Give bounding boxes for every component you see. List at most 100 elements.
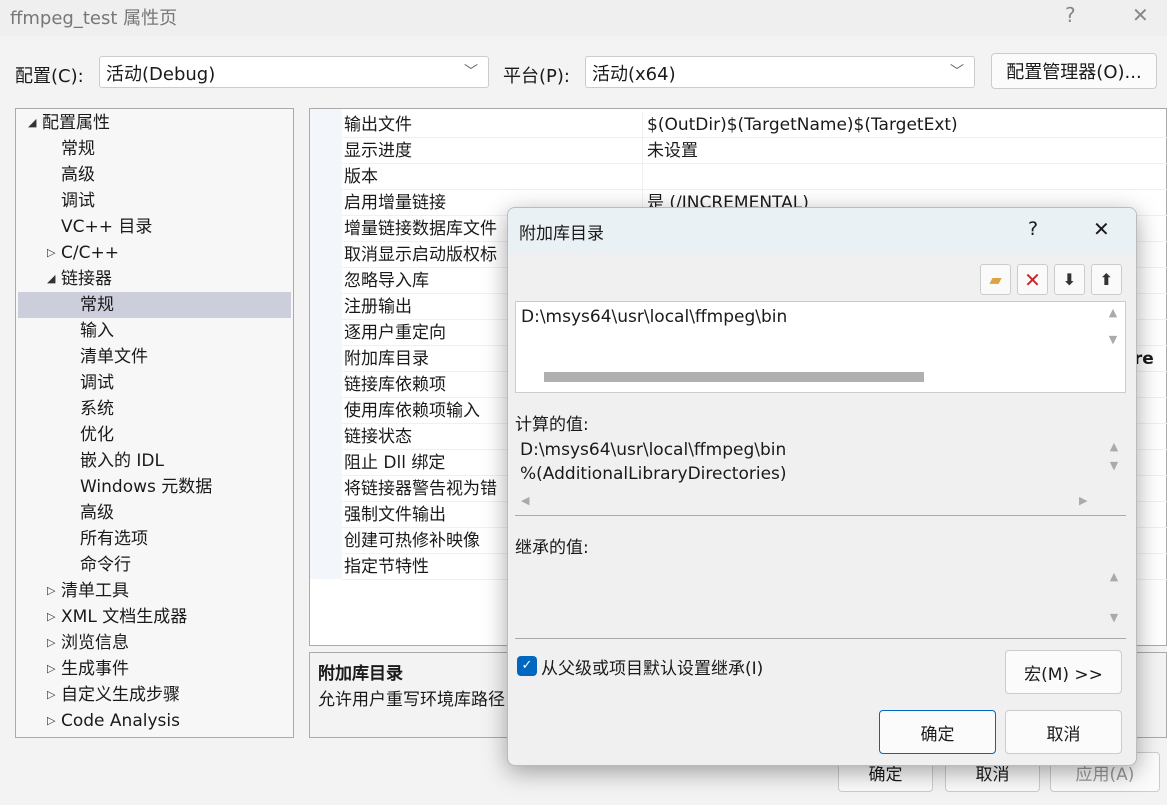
- property-name: 输出文件: [344, 115, 412, 135]
- tree-item[interactable]: ▷ C/C++: [18, 240, 291, 266]
- dialog-help-button[interactable]: ?: [1028, 218, 1038, 240]
- entries-scrollbar[interactable]: ▲ ▼: [1101, 302, 1125, 366]
- tree-item-label: 高级: [61, 165, 95, 185]
- property-value: 未设置: [642, 138, 698, 163]
- tree-item[interactable]: 优化: [18, 422, 291, 448]
- tree-item-label: Code Analysis: [61, 711, 180, 731]
- tree-item-label: C/C++: [61, 243, 119, 263]
- inherit-checkbox[interactable]: ✓: [517, 656, 537, 676]
- tree-item-label: 生成事件: [61, 659, 129, 679]
- tree-item[interactable]: 所有选项: [18, 526, 291, 552]
- tree-view[interactable]: ◢ 配置属性 常规 高级 调试 VC++ 目录 ▷ C/C++ ◢ 链接器 常规 输入 清单文件 调试 系统…: [15, 108, 294, 738]
- tree-item[interactable]: 清单文件: [18, 344, 291, 370]
- property-name: 使用库依赖项输入: [344, 401, 480, 421]
- property-row[interactable]: 显示进度 未设置: [342, 138, 1167, 164]
- tree-item-label: 优化: [80, 425, 114, 445]
- inherit-checkbox-label[interactable]: 从父级或项目默认设置继承(I): [541, 654, 763, 679]
- inherited-scrollbar[interactable]: ▲ ▼: [1102, 560, 1126, 638]
- tree-item-label: 链接器: [61, 269, 112, 289]
- tree-item[interactable]: VC++ 目录: [18, 214, 291, 240]
- collapsed-triangle-icon[interactable]: ▷: [47, 578, 55, 604]
- scroll-left-icon[interactable]: ◀: [521, 494, 529, 507]
- delete-icon[interactable]: ✕: [1017, 264, 1048, 295]
- horizontal-scrollbar-thumb[interactable]: [544, 372, 924, 382]
- description-text: 允许用户重写环境库路径: [318, 690, 505, 710]
- collapsed-triangle-icon[interactable]: ▷: [47, 604, 55, 630]
- property-name: 注册输出: [344, 297, 412, 317]
- tree-item[interactable]: ◢ 配置属性: [18, 110, 291, 136]
- move-up-icon[interactable]: ⬆: [1091, 264, 1122, 295]
- collapsed-triangle-icon[interactable]: ▷: [47, 240, 55, 266]
- tree-item[interactable]: 嵌入的 IDL: [18, 448, 291, 474]
- close-button[interactable]: ✕: [1132, 3, 1149, 27]
- tree-item[interactable]: 高级: [18, 162, 291, 188]
- additional-library-dirs-dialog: 附加库目录 ? ✕ ▰ ✕ ⬇ ⬆ D:\msys64\usr\local\ff…: [507, 207, 1137, 766]
- tree-item[interactable]: ◢ 链接器: [18, 266, 291, 292]
- property-value: $(OutDir)$(TargetName)$(TargetExt): [642, 112, 958, 137]
- tree-item-label: 命令行: [80, 555, 131, 575]
- property-name: 创建可热修补映像: [344, 531, 480, 551]
- tree-item-label: Windows 元数据: [80, 477, 213, 497]
- property-value: [642, 164, 647, 189]
- tree-item[interactable]: ▷ 自定义生成步骤: [18, 682, 291, 708]
- config-manager-button[interactable]: 配置管理器(O)...: [991, 53, 1157, 89]
- scroll-up-icon[interactable]: ▲: [1101, 306, 1125, 319]
- dialog-cancel-button[interactable]: 取消: [1005, 710, 1122, 754]
- macro-button[interactable]: 宏(M) >>: [1005, 650, 1122, 694]
- dialog-close-button[interactable]: ✕: [1093, 217, 1110, 241]
- collapsed-triangle-icon[interactable]: ▷: [47, 682, 55, 708]
- tree-item[interactable]: ▷ 清单工具: [18, 578, 291, 604]
- tree-item[interactable]: 常规: [18, 136, 291, 162]
- grid-margin: [310, 109, 342, 579]
- collapsed-triangle-icon[interactable]: ▷: [47, 656, 55, 682]
- tree-item[interactable]: ▷ XML 文档生成器: [18, 604, 291, 630]
- platform-select[interactable]: 活动(x64) ﹀: [585, 56, 975, 88]
- chevron-down-icon: ﹀: [464, 64, 478, 80]
- expanded-triangle-icon[interactable]: ◢: [28, 110, 36, 136]
- property-name: 附加库目录: [344, 349, 429, 369]
- tree-item[interactable]: Windows 元数据: [18, 474, 291, 500]
- expanded-triangle-icon[interactable]: ◢: [47, 266, 55, 292]
- tree-item-label: 嵌入的 IDL: [80, 451, 164, 471]
- dialog-ok-button[interactable]: 确定: [879, 710, 996, 754]
- tree-item-label: 清单文件: [80, 347, 148, 367]
- collapsed-triangle-icon[interactable]: ▷: [47, 708, 55, 734]
- tree-item[interactable]: ▷ 生成事件: [18, 656, 291, 682]
- tree-item-label: 输入: [80, 321, 114, 341]
- tree-item-label: 所有选项: [80, 529, 148, 549]
- scroll-down-icon[interactable]: ▼: [1101, 333, 1125, 346]
- computed-scrollbar[interactable]: ▲ ▼: [1102, 436, 1126, 515]
- tree-item-label: 系统: [80, 399, 114, 419]
- property-row[interactable]: 版本: [342, 164, 1167, 190]
- tree-item[interactable]: 常规: [18, 292, 291, 318]
- tree-item[interactable]: 系统: [18, 396, 291, 422]
- tree-item[interactable]: 高级: [18, 500, 291, 526]
- computed-label: 计算的值:: [515, 415, 589, 435]
- tree-item[interactable]: ▷ 浏览信息: [18, 630, 291, 656]
- tree-item-label: VC++ 目录: [61, 217, 153, 237]
- collapsed-triangle-icon[interactable]: ▷: [47, 630, 55, 656]
- tree-item[interactable]: 调试: [18, 370, 291, 396]
- entries-list[interactable]: D:\msys64\usr\local\ffmpeg\bin ▲ ▼: [515, 301, 1126, 393]
- new-folder-icon[interactable]: ▰: [980, 264, 1011, 295]
- tree-item[interactable]: ▷ Code Analysis: [18, 708, 291, 734]
- tree-item-label: XML 文档生成器: [61, 607, 188, 627]
- scroll-right-icon[interactable]: ▶: [1079, 494, 1087, 507]
- property-name: 取消显示启动版权标: [344, 245, 497, 265]
- tree-item[interactable]: 命令行: [18, 552, 291, 578]
- tree-item[interactable]: 调试: [18, 188, 291, 214]
- window-title: ffmpeg_test 属性页: [10, 8, 178, 29]
- tree-item[interactable]: 输入: [18, 318, 291, 344]
- tree-item-label: 配置属性: [42, 113, 110, 133]
- property-name: 忽略导入库: [344, 271, 429, 291]
- platform-value: 活动(x64): [592, 64, 676, 85]
- property-name: 启用增量链接: [344, 193, 446, 213]
- config-select[interactable]: 活动(Debug) ﹀: [99, 56, 489, 88]
- help-button[interactable]: ?: [1065, 3, 1076, 27]
- property-name: 阻止 Dll 绑定: [344, 453, 446, 473]
- property-row[interactable]: 输出文件 $(OutDir)$(TargetName)$(TargetExt): [342, 112, 1167, 138]
- inherited-values: ▲ ▼: [515, 560, 1126, 639]
- tree-item-label: 自定义生成步骤: [61, 685, 180, 705]
- entry-item[interactable]: D:\msys64\usr\local\ffmpeg\bin: [521, 307, 787, 327]
- move-down-icon[interactable]: ⬇: [1054, 264, 1085, 295]
